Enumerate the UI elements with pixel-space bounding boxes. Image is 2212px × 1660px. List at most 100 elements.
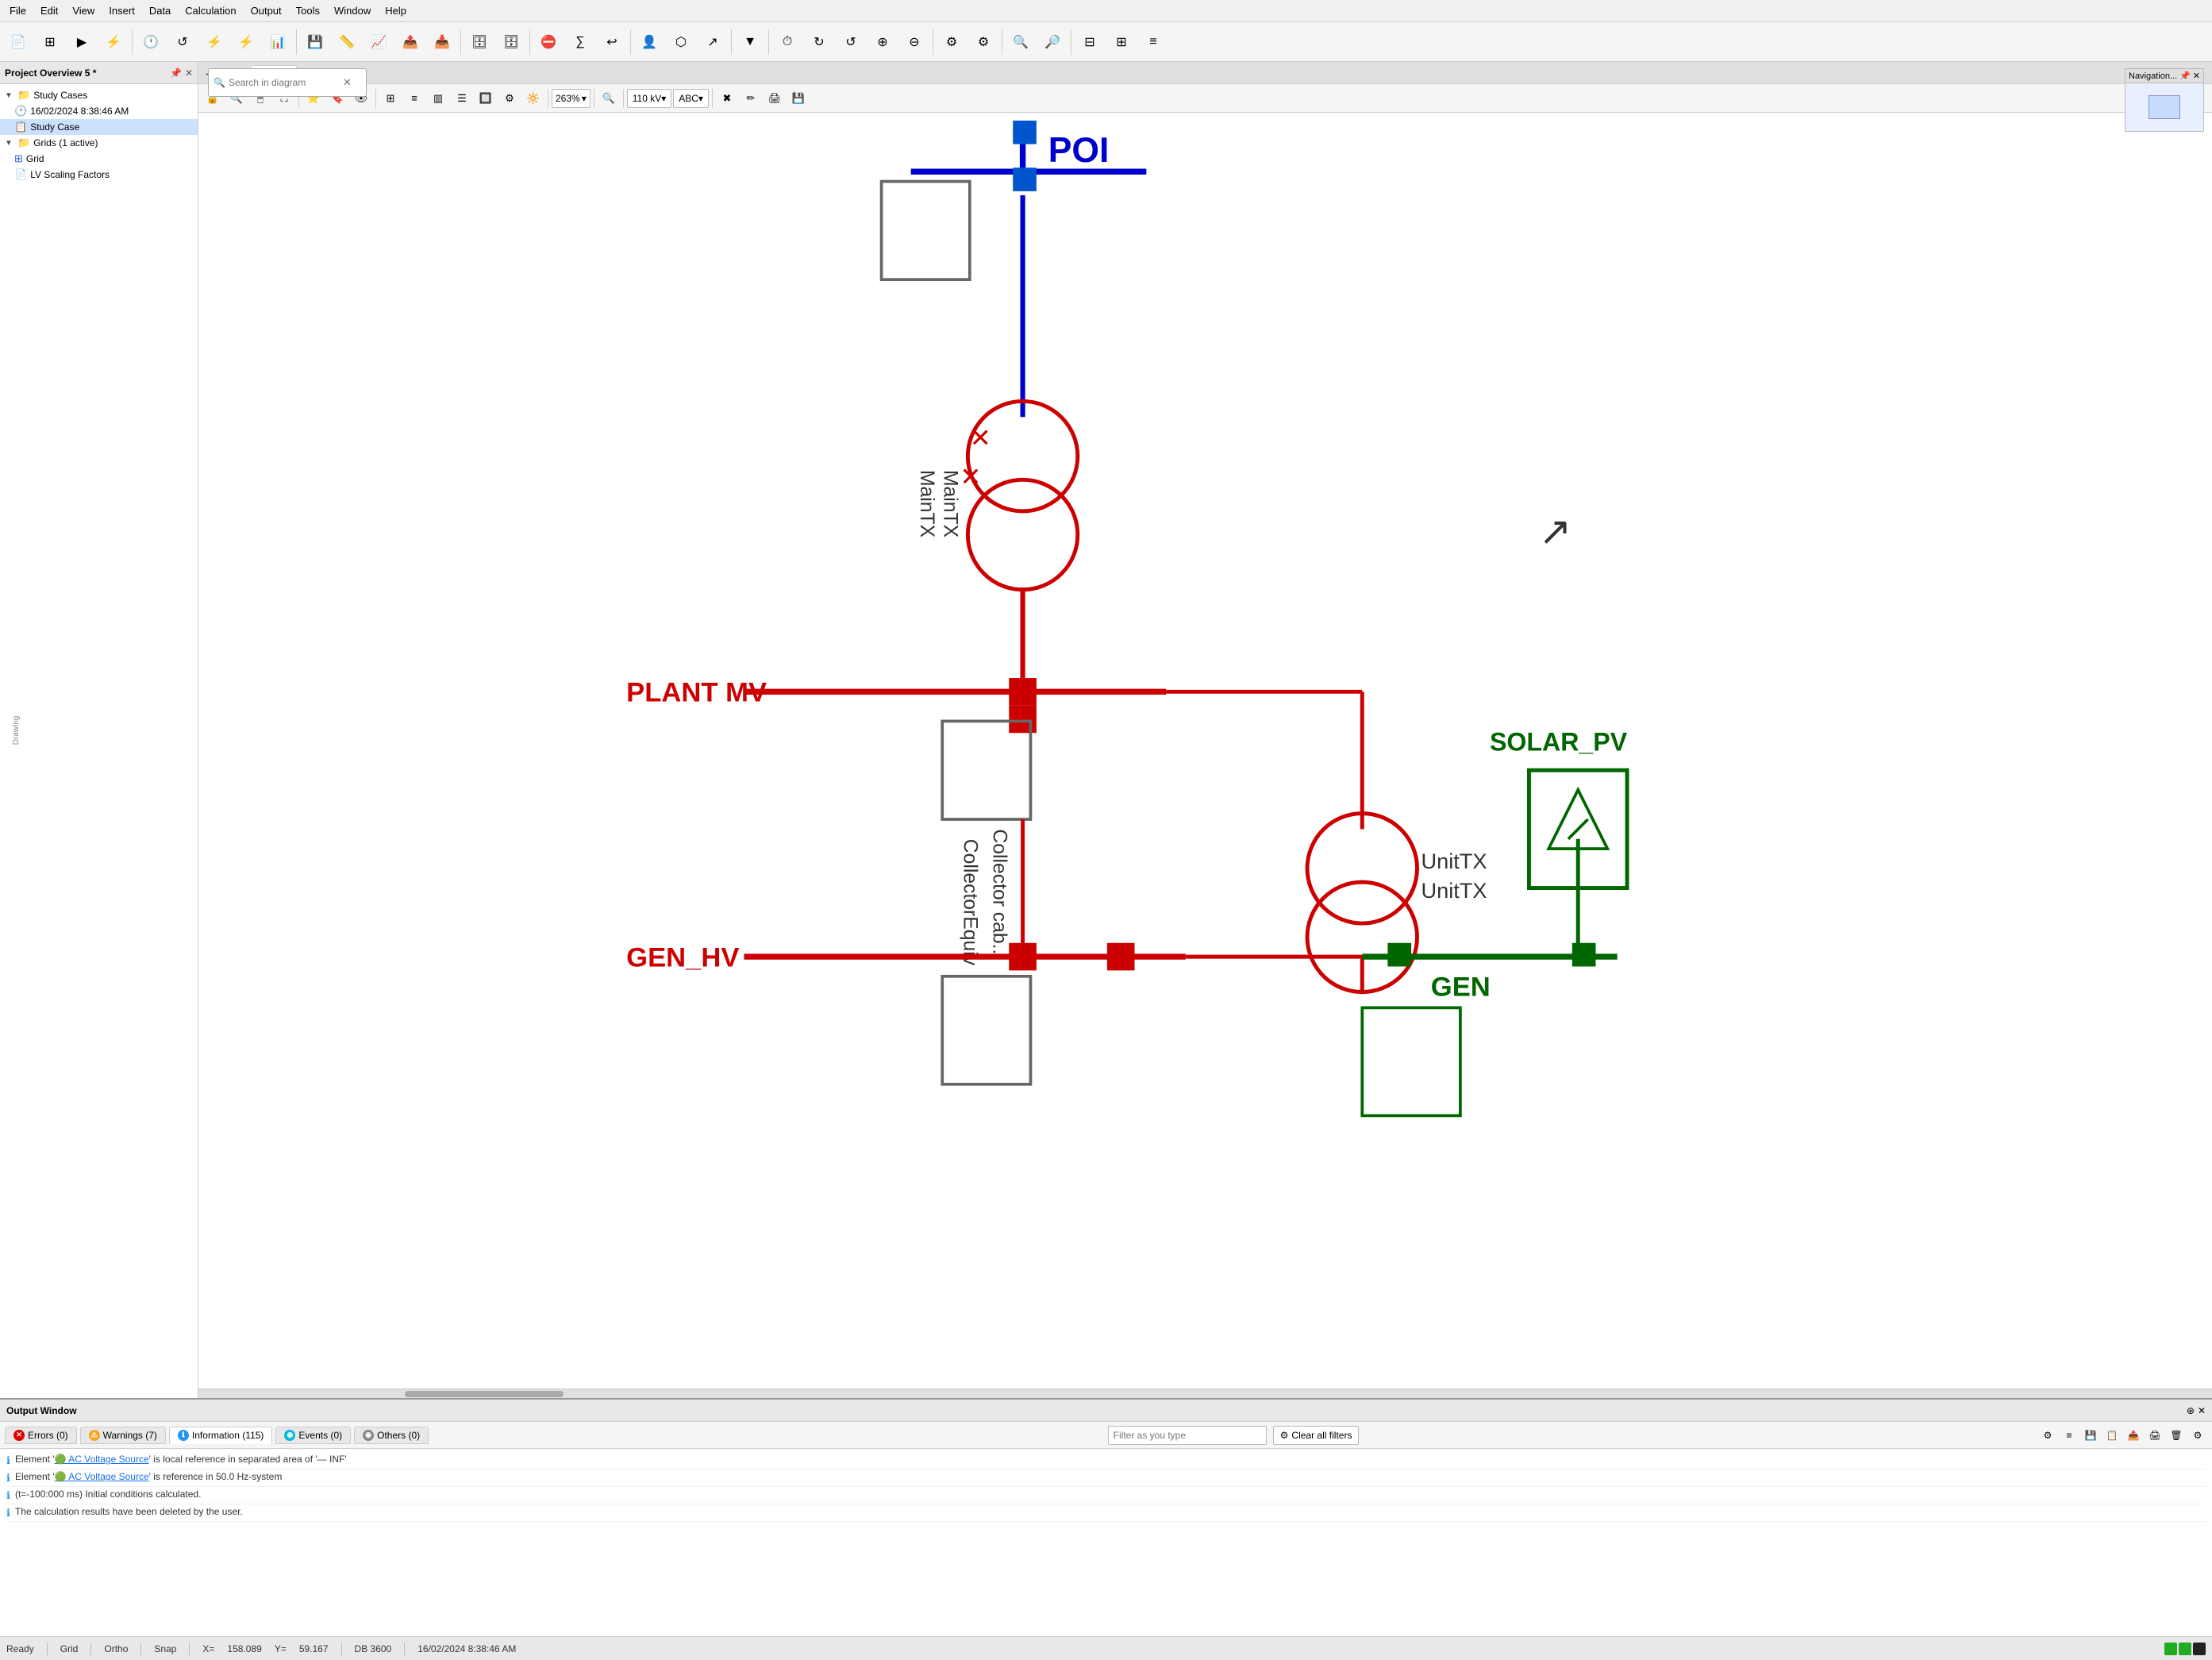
diag-grid-btn[interactable]: ⊞ <box>379 87 402 110</box>
tb-gear2[interactable]: ⚙ <box>968 27 998 57</box>
tb-recalc[interactable]: ↺ <box>167 27 198 57</box>
menu-file[interactable]: File <box>3 3 33 18</box>
diag-layers-btn[interactable]: ≡ <box>403 87 425 110</box>
tb-dropdown[interactable]: ▼ <box>735 27 765 57</box>
plant-mv-switch2[interactable] <box>1009 706 1037 734</box>
log-link-2[interactable]: 🟢 AC Voltage Source <box>55 1471 149 1482</box>
menu-calculation[interactable]: Calculation <box>179 3 242 18</box>
search-close-icon[interactable]: ✕ <box>343 76 352 89</box>
diag-table-btn[interactable]: ▥ <box>427 87 449 110</box>
out-clear-btn[interactable]: 🗑 <box>2167 1426 2186 1445</box>
tree-grid-item[interactable]: ⊞ Grid <box>0 151 198 167</box>
menu-insert[interactable]: Insert <box>102 3 141 18</box>
out-list-btn[interactable]: ≡ <box>2060 1426 2079 1445</box>
out-export-btn[interactable]: 📤 <box>2124 1426 2143 1445</box>
log-link-1[interactable]: 🟢 AC Voltage Source <box>55 1454 149 1465</box>
tb-clock[interactable]: 🕐 <box>136 27 166 57</box>
diag-cross-btn[interactable]: ✖ <box>716 87 738 110</box>
tb-user[interactable]: 👤 <box>634 27 664 57</box>
tree-lv-scaling[interactable]: 📄 LV Scaling Factors <box>0 167 198 183</box>
tb-plus[interactable]: ⊕ <box>867 27 898 57</box>
gen-hv-switch1[interactable] <box>1009 943 1037 971</box>
tb-view1[interactable]: ⊟ <box>1075 27 1105 57</box>
diag-save-btn[interactable]: 💾 <box>787 87 810 110</box>
tree-grids[interactable]: ▼ 📁 Grids (1 active) <box>0 135 198 151</box>
diag-sun-btn[interactable]: 🔆 <box>522 87 544 110</box>
label-dropdown[interactable]: ABC ▾ <box>673 89 709 108</box>
tb-grid2[interactable]: ≡ <box>1138 27 1168 57</box>
tree-timestamp[interactable]: 🕐 16/02/2024 8:38:46 AM <box>0 103 198 119</box>
voltage-dropdown[interactable]: 110 kV ▾ <box>627 89 672 108</box>
diag-print-btn[interactable]: 🖨 <box>764 87 786 110</box>
tb-gear[interactable]: ⚙ <box>937 27 967 57</box>
tb-db[interactable]: 🗄 <box>464 27 494 57</box>
out-save-btn[interactable]: 💾 <box>2081 1426 2100 1445</box>
gen-switch1[interactable] <box>1387 943 1411 967</box>
tb-calc3[interactable]: ∑ <box>565 27 595 57</box>
out-print-btn[interactable]: 🖨 <box>2145 1426 2164 1445</box>
tb-undo[interactable]: ↩ <box>597 27 627 57</box>
out-settings-btn[interactable]: ⚙ <box>2038 1426 2057 1445</box>
tb-report[interactable]: 📊 <box>263 27 293 57</box>
diag-zoom-in2[interactable]: 🔍 <box>598 87 620 110</box>
tb-export2[interactable]: 📥 <box>427 27 457 57</box>
plant-mv-switch1[interactable] <box>1009 678 1037 706</box>
toggle-green2[interactable] <box>2179 1643 2191 1655</box>
tb-grid[interactable]: ⊞ <box>35 27 65 57</box>
tb-cursor[interactable]: ↗ <box>698 27 728 57</box>
gen-switch2[interactable] <box>1572 943 1596 967</box>
output-tab-errors[interactable]: ✕ Errors (0) <box>5 1427 77 1444</box>
tb-rotate[interactable]: ↻ <box>804 27 834 57</box>
tb-activate2[interactable]: ⚡ <box>98 27 129 57</box>
nav-close-icon[interactable]: ✕ <box>2193 71 2200 81</box>
search-input[interactable] <box>229 77 340 88</box>
tb-save[interactable]: 💾 <box>300 27 330 57</box>
tb-calc2[interactable]: ⚡ <box>231 27 261 57</box>
tb-zoom-in[interactable]: 🔍 <box>1006 27 1036 57</box>
panel-pin-icon[interactable]: 📌 <box>170 67 182 79</box>
h-scrollbar[interactable] <box>198 1388 2212 1398</box>
toggle-dark[interactable] <box>2193 1643 2206 1655</box>
panel-close-icon[interactable]: ✕ <box>185 67 193 79</box>
tb-zoom-out[interactable]: 🔎 <box>1037 27 1068 57</box>
tb-graph[interactable]: 📈 <box>364 27 394 57</box>
tb-measure[interactable]: 📏 <box>332 27 362 57</box>
tb-view2[interactable]: ⊞ <box>1106 27 1137 57</box>
menu-output[interactable]: Output <box>244 3 288 18</box>
tb-stop[interactable]: ⛔ <box>533 27 564 57</box>
menu-help[interactable]: Help <box>379 3 413 18</box>
diag-collapse-btn[interactable]: ☰ <box>451 87 473 110</box>
tb-new[interactable]: 📄 <box>3 27 33 57</box>
output-close-btn[interactable]: ✕ <box>2198 1405 2206 1416</box>
output-tab-events[interactable]: ◉ Events (0) <box>275 1427 351 1444</box>
menu-view[interactable]: View <box>66 3 101 18</box>
diag-expand-btn[interactable]: 🔲 <box>475 87 497 110</box>
diagram-canvas[interactable]: POI ✕ ✕ MainTX MainTX <box>198 113 2212 1388</box>
tb-activate[interactable]: ▶ <box>67 27 97 57</box>
tb-minus[interactable]: ⊖ <box>899 27 929 57</box>
menu-edit[interactable]: Edit <box>34 3 64 18</box>
diag-pencil-btn[interactable]: ✏ <box>740 87 762 110</box>
tb-lightning[interactable]: ⚡ <box>199 27 229 57</box>
out-copy-btn[interactable]: 📋 <box>2102 1426 2122 1445</box>
menu-tools[interactable]: Tools <box>290 3 326 18</box>
tree-study-cases[interactable]: ▼ 📁 Study Cases <box>0 87 198 103</box>
filter-input[interactable] <box>1108 1426 1267 1445</box>
menu-data[interactable]: Data <box>143 3 177 18</box>
zoom-dropdown[interactable]: 263% ▾ <box>552 89 591 108</box>
output-tab-warnings[interactable]: ⚠ Warnings (7) <box>80 1427 166 1444</box>
toggle-green[interactable] <box>2164 1643 2177 1655</box>
tb-lasso[interactable]: ⬡ <box>666 27 696 57</box>
nav-pin-icon[interactable]: 📌 <box>2179 71 2191 81</box>
gen-hv-switch2[interactable] <box>1107 943 1135 971</box>
output-tab-info[interactable]: ℹ Information (115) <box>169 1427 273 1444</box>
tb-export[interactable]: 📤 <box>395 27 425 57</box>
tb-db2[interactable]: 🗄 <box>496 27 526 57</box>
tb-clock2[interactable]: ⏱ <box>772 27 802 57</box>
clear-filters-btn[interactable]: ⚙ Clear all filters <box>1273 1426 1360 1445</box>
poi-switch2[interactable] <box>1013 168 1037 191</box>
diag-config-btn[interactable]: ⚙ <box>498 87 521 110</box>
output-expand-btn[interactable]: ⊕ <box>2187 1405 2195 1416</box>
tree-study-case[interactable]: 📋 Study Case <box>0 119 198 135</box>
menu-window[interactable]: Window <box>328 3 377 18</box>
